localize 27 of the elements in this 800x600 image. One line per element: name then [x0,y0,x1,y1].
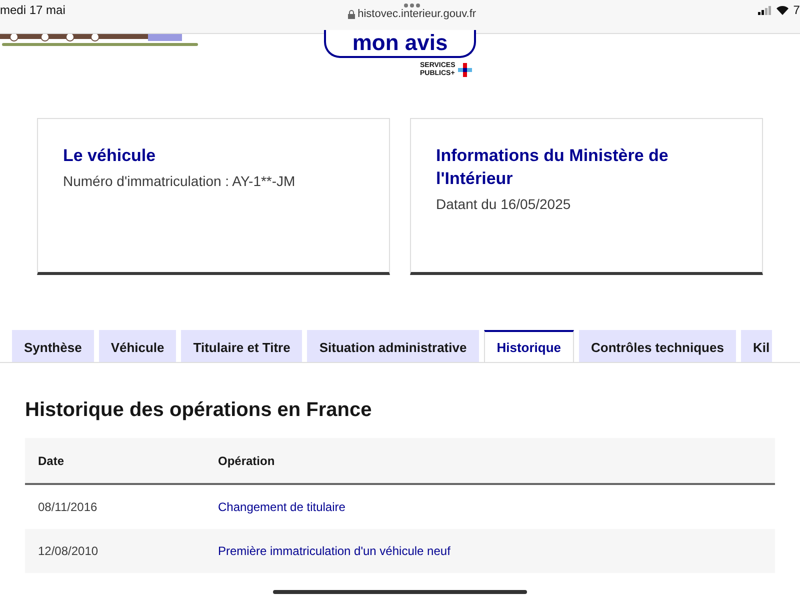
column-header: Date [25,438,205,484]
column-header: Opération [205,438,775,484]
card-title: Le véhicule [63,145,157,167]
tab[interactable]: Véhicule [98,330,176,362]
operation-cell: Changement de titulaire [205,484,775,529]
table-cell: 08/11/2016 [25,484,205,529]
wifi-icon [776,5,790,15]
operation-cell: Première immatriculation d'un véhicule neuf [205,529,775,573]
signal-icon [758,6,772,14]
tab[interactable]: Situation administrative [307,330,479,362]
card-text: Numéro d'immatriculation : AY-1**-JM [63,173,296,189]
url-text[interactable]: histovec.interieur.gouv.fr [358,8,476,20]
status-date: medi 17 mai [0,3,66,17]
tab[interactable]: Titulaire et Titre [181,330,302,362]
section-title: Historique des opérations en France [25,399,373,422]
tab[interactable]: Historique [484,330,574,362]
feedback-button[interactable]: mon avis [324,30,476,58]
tab[interactable]: Contrôles techniques [579,330,736,362]
more-icon[interactable] [402,3,421,8]
battery-text: 7 [793,3,800,17]
card-text: Datant du 16/05/2025 [436,196,572,212]
tab[interactable]: Kil [740,330,772,362]
tab[interactable]: Synthèse [12,330,94,362]
logo-icon [458,63,472,77]
card-title: Informations du Ministère de l'Intérieur [436,145,670,190]
table-cell: 12/08/2010 [25,529,205,573]
lock-icon [348,10,355,18]
